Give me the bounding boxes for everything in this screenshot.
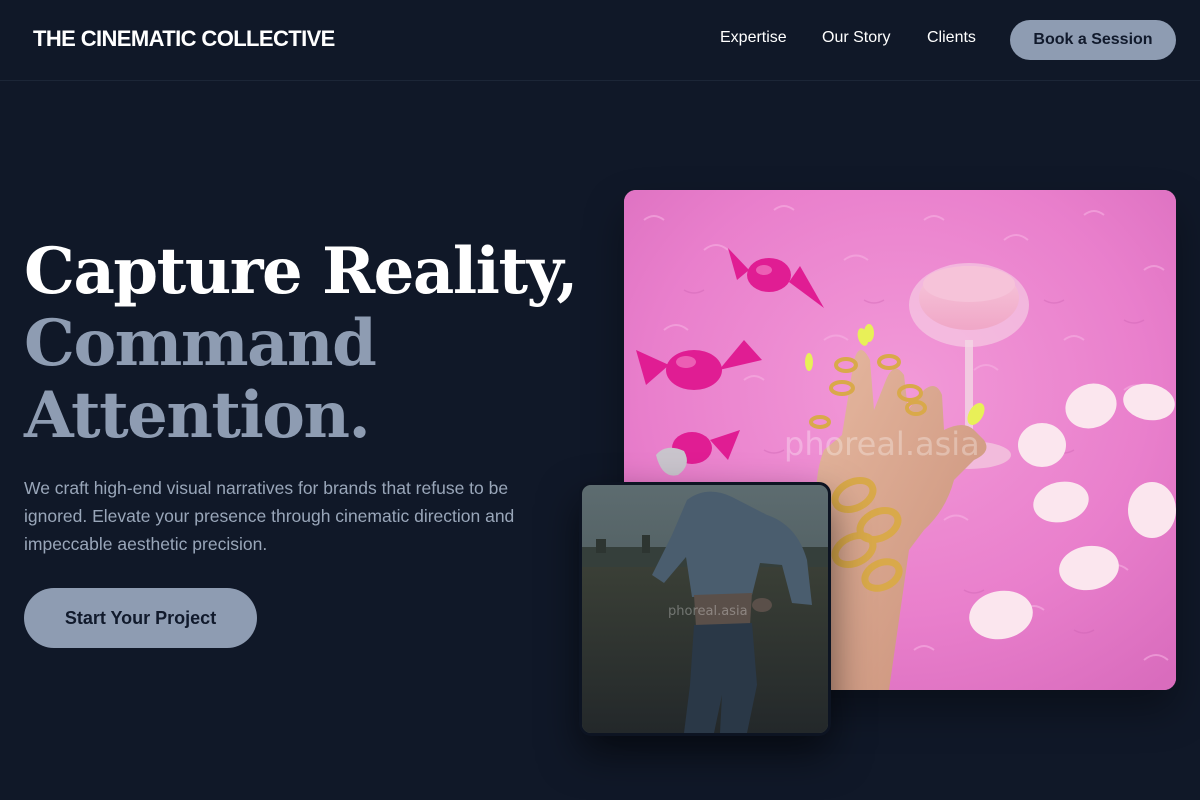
book-session-button[interactable]: Book a Session [1010, 20, 1176, 60]
nav-link-our-story[interactable]: Our Story [822, 29, 890, 47]
site-header: THE CINEMATIC COLLECTIVE Expertise Our S… [0, 0, 1200, 81]
nav-link-clients[interactable]: Clients [927, 29, 976, 47]
hero-headline: Capture Reality, Command Attention. [24, 234, 578, 453]
hero-secondary-image: phoreal.asia [579, 482, 831, 736]
brand-logo[interactable]: THE CINEMATIC COLLECTIVE [33, 26, 335, 52]
start-project-button[interactable]: Start Your Project [24, 588, 257, 648]
headline-line-1: Capture Reality, [24, 234, 578, 309]
secondary-image-watermark: phoreal.asia [668, 604, 748, 619]
headline-line-2: Command [24, 306, 377, 381]
nav-link-expertise[interactable]: Expertise [720, 29, 787, 47]
hero-description: We craft high-end visual narratives for … [24, 478, 515, 554]
main-image-watermark: phoreal.asia [784, 425, 980, 463]
headline-line-3: Attention. [24, 378, 371, 453]
